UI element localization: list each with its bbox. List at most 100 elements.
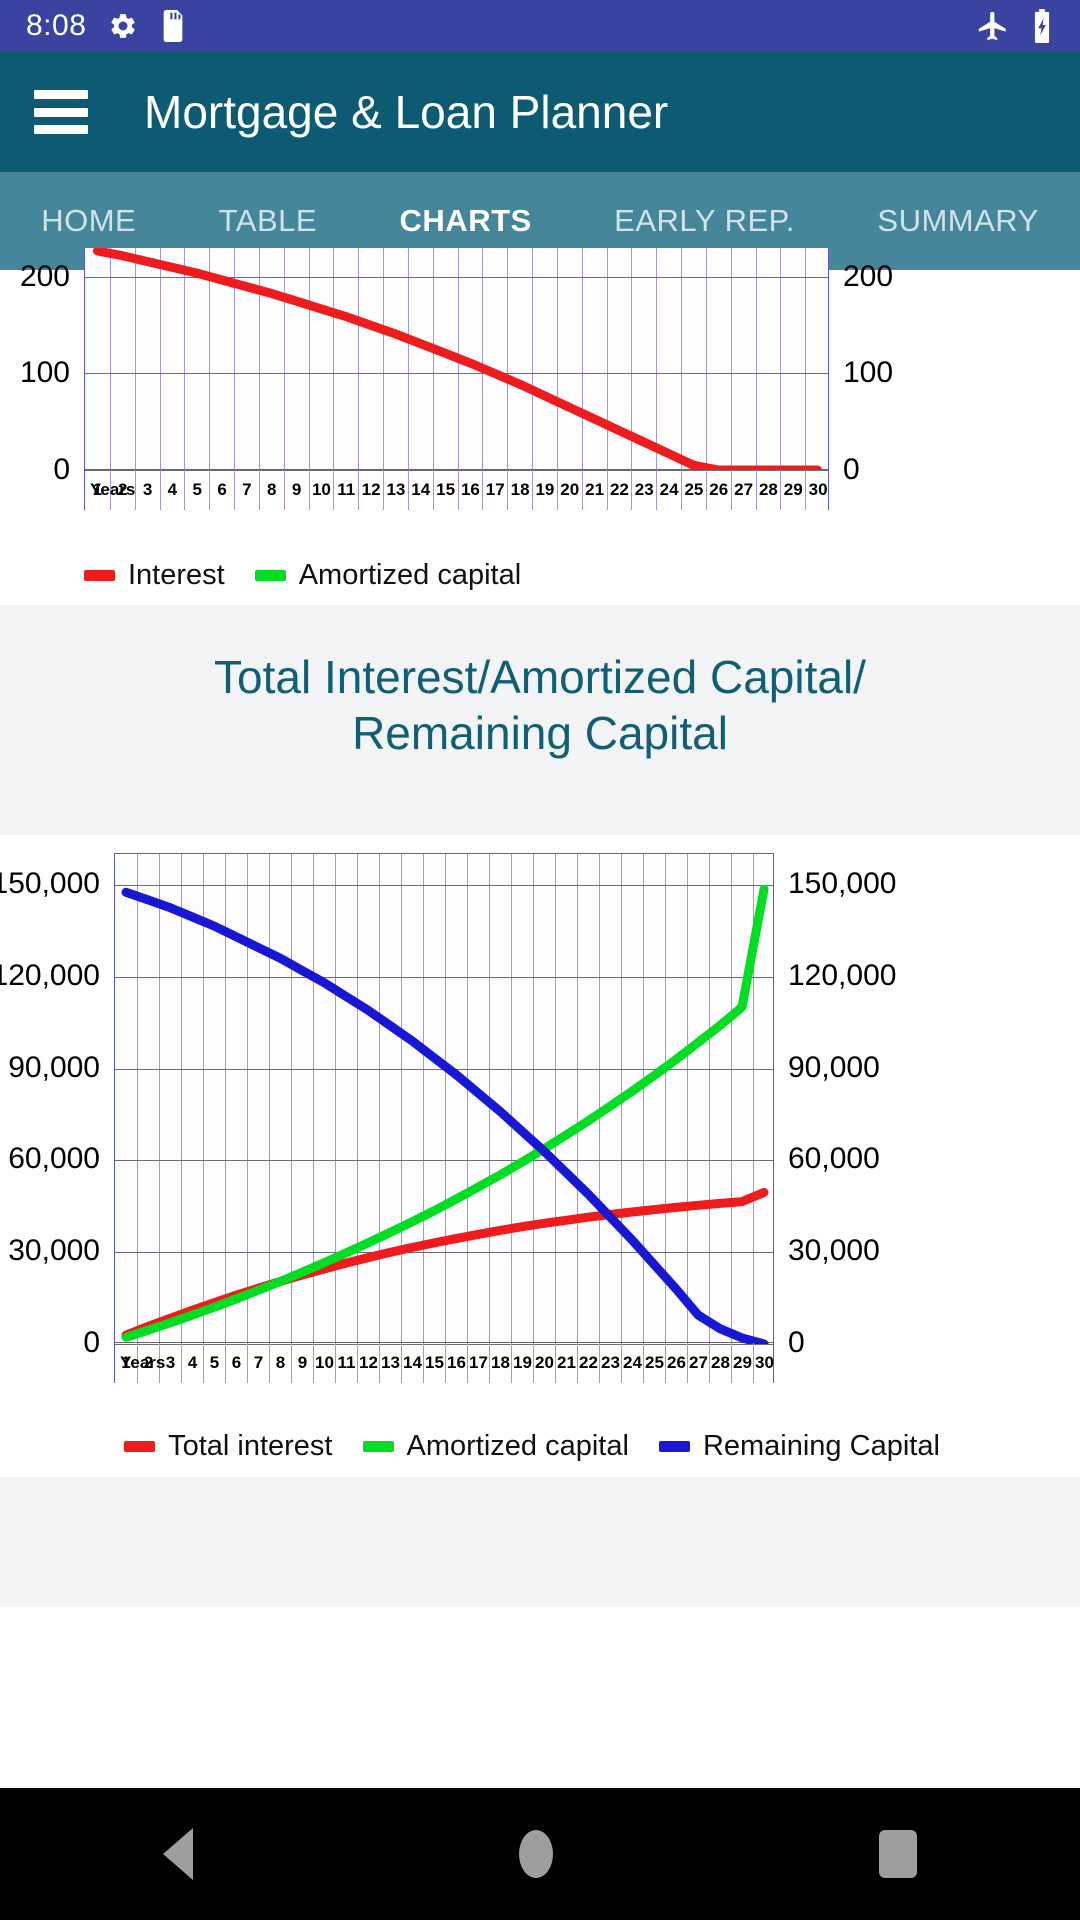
x-axis-tick-label: 15 xyxy=(432,470,458,510)
y-axis-label-left: 0 xyxy=(53,453,70,486)
legend-swatch-icon xyxy=(362,1440,394,1452)
x-axis-tick-label: 16 xyxy=(445,1343,467,1384)
x-axis-tick-label: 11 xyxy=(333,470,358,510)
x-axis-tick-label: 12 xyxy=(358,470,383,510)
series-line xyxy=(121,1188,769,1340)
y-axis-label-right: 200 xyxy=(843,259,894,293)
y-axis-label-right: 150,000 xyxy=(788,866,897,900)
y-axis-label-right: 0 xyxy=(843,453,860,486)
hamburger-menu-icon[interactable] xyxy=(34,90,88,134)
tab-home[interactable]: HOME xyxy=(0,203,177,239)
tab-charts[interactable]: CHARTS xyxy=(358,203,573,239)
x-axis-tick-label: 21 xyxy=(555,1343,577,1384)
legend-label: Total interest xyxy=(168,1429,333,1462)
series-line xyxy=(92,248,823,470)
y-axis-label-left: 200 xyxy=(19,259,70,293)
spacer-below-title xyxy=(0,795,1080,836)
legend-swatch-icon xyxy=(658,1440,690,1452)
x-axis-tick-label: 12 xyxy=(357,1343,379,1384)
legend-item: Remaining Capital xyxy=(658,1429,940,1463)
chart-series-layer xyxy=(92,248,823,470)
x-axis-tick-label: 20 xyxy=(556,470,582,510)
legend-swatch-icon xyxy=(84,569,115,581)
legend-label: Remaining Capital xyxy=(702,1429,940,1462)
x-axis-tick-label: 18 xyxy=(489,1343,511,1384)
x-axis-title: Years xyxy=(90,480,136,499)
status-bar: 8:08 xyxy=(0,0,1080,52)
legend-label: Amortized capital xyxy=(298,558,522,591)
y-axis-label-left: 100 xyxy=(19,356,70,390)
x-axis-tick-label: 18 xyxy=(507,470,532,510)
x-axis-tick-label: 17 xyxy=(482,470,507,510)
y-axis-label-left: 60,000 xyxy=(8,1142,100,1176)
chart-section-title: Total Interest/Amortized Capital/ Remain… xyxy=(0,623,1080,796)
x-axis-tick-label: 28 xyxy=(755,470,781,510)
app-bar: Mortgage & Loan Planner xyxy=(0,52,1080,172)
tab-summary[interactable]: SUMMARY xyxy=(836,203,1080,239)
x-axis-tick-label: 10 xyxy=(313,1343,335,1384)
x-axis-tick-label: 23 xyxy=(599,1343,621,1384)
x-axis-tick-label: 25 xyxy=(643,1343,665,1384)
x-axis-tick-label: 6 xyxy=(225,1343,247,1384)
tab-table[interactable]: TABLE xyxy=(177,203,358,239)
y-axis-label-right: 30,000 xyxy=(788,1234,880,1268)
x-axis-tick-label: 4 xyxy=(159,470,185,510)
series-line xyxy=(121,884,769,1343)
x-axis-tick-label: 5 xyxy=(203,1343,225,1384)
x-axis-tick-label: 27 xyxy=(687,1343,709,1384)
x-axis-tick-label: 22 xyxy=(606,470,632,510)
x-axis-tick-label: 9 xyxy=(283,470,309,510)
gear-icon xyxy=(108,11,138,41)
x-axis-tick-label: 9 xyxy=(291,1343,313,1384)
x-axis-tick-label: 23 xyxy=(631,470,656,510)
home-circle-icon[interactable] xyxy=(519,1830,553,1878)
x-axis-tick-label: 30 xyxy=(805,470,830,510)
back-triangle-icon[interactable] xyxy=(163,1828,193,1880)
x-axis-tick-label: 28 xyxy=(709,1343,731,1384)
plot-area xyxy=(114,853,774,1346)
x-axis-tick-label: 16 xyxy=(457,470,483,510)
section-title-line-2: Remaining Capital xyxy=(352,707,728,760)
section-title-line-1: Total Interest/Amortized Capital/ xyxy=(214,651,866,703)
x-axis-tick-label: 27 xyxy=(730,470,756,510)
chart-total-interest-amortized-remaining[interactable]: 0 0 30,000 30,000 60,000 60,000 90,000 90,000 12… xyxy=(0,835,1066,1416)
x-axis-tick-label: 7 xyxy=(247,1343,269,1384)
y-axis-label-left: 90,000 xyxy=(8,1050,100,1084)
legend-swatch-icon xyxy=(254,569,286,581)
x-axis-tick-label: 17 xyxy=(467,1343,489,1384)
y-axis-label-right: 60,000 xyxy=(788,1142,880,1176)
y-axis-label-right: 120,000 xyxy=(788,958,897,992)
x-axis-tick-label: 14 xyxy=(401,1343,423,1384)
y-axis-label-left: 0 xyxy=(83,1326,100,1360)
y-axis-label-left: 150,000 xyxy=(0,866,100,900)
recents-square-icon[interactable] xyxy=(879,1830,917,1878)
x-axis-tick-label: 8 xyxy=(269,1343,291,1384)
status-bar-right xyxy=(976,9,1054,43)
x-axis-tick-label: 29 xyxy=(780,470,805,510)
x-axis-tick-label: 5 xyxy=(184,470,209,510)
tab-early-rep[interactable]: EARLY REP. xyxy=(573,203,836,239)
x-axis-tick-label: 7 xyxy=(234,470,259,510)
series-line xyxy=(121,888,769,1345)
x-axis-tick-label: 19 xyxy=(532,470,557,510)
x-axis-tick-label: 11 xyxy=(335,1343,357,1384)
x-axis-tick-label: 14 xyxy=(407,470,433,510)
legend-swatch-icon xyxy=(124,1440,156,1452)
x-axis-tick-label: 25 xyxy=(681,470,706,510)
spacer-bottom xyxy=(0,1477,1080,1608)
chart-monthly-payment-breakdown[interactable]: 0 0 100 100 200 200 1 2 3 4 5 6 7 8 9 10 11 12 13 14 15 16 17 1… xyxy=(14,248,1066,545)
plot-area xyxy=(84,248,829,471)
legend-item: Total interest xyxy=(124,1429,333,1463)
x-axis-tick-label: 20 xyxy=(533,1343,555,1384)
chart-legend-totals: Total interest Amortized capital Remaining… xyxy=(14,1415,1066,1477)
legend-item: Amortized capital xyxy=(254,558,522,592)
battery-charging-icon xyxy=(1030,9,1054,43)
x-axis-tick-label: 3 xyxy=(134,470,160,510)
y-axis-label-left: 30,000 xyxy=(8,1234,100,1268)
x-axis-tick-label: 10 xyxy=(308,470,334,510)
y-axis-label-left: 120,000 xyxy=(0,958,100,992)
legend-label: Amortized capital xyxy=(406,1429,629,1462)
x-axis-tick-label: 13 xyxy=(379,1343,401,1384)
status-bar-left: 8:08 xyxy=(26,9,186,43)
x-axis-tick-label: 6 xyxy=(209,470,234,510)
